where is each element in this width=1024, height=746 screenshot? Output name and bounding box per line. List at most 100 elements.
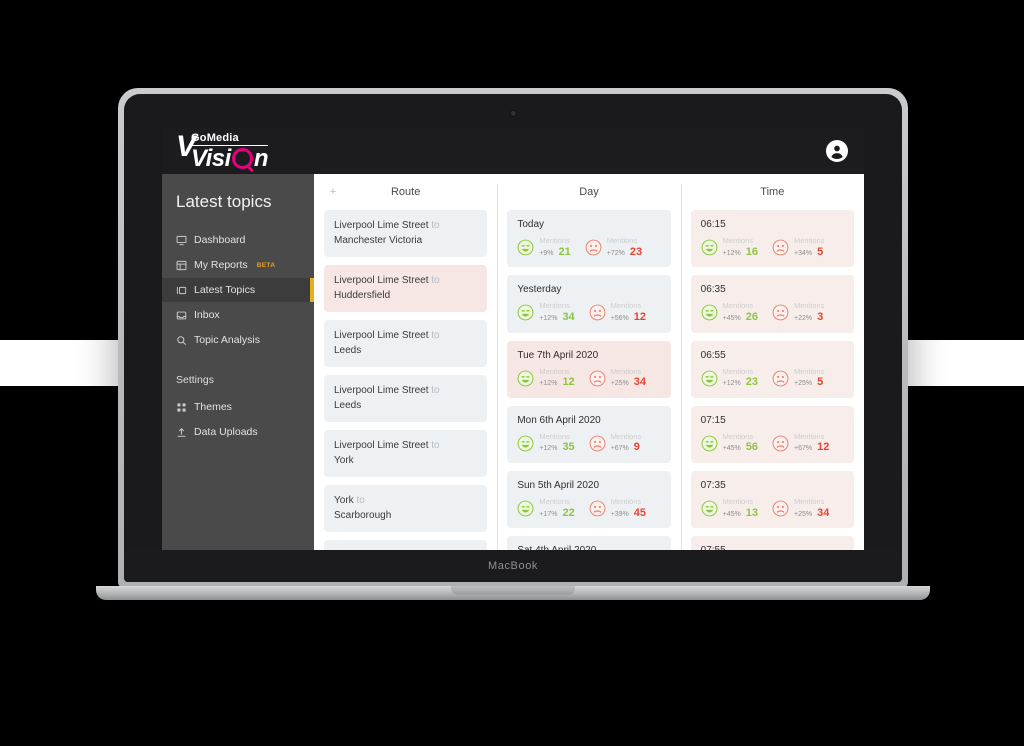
- brand-logo[interactable]: V GoMedia Visi n: [176, 131, 269, 172]
- metric-delta: +17%: [539, 510, 558, 518]
- route-destination: Leeds: [334, 344, 362, 356]
- laptop-base-shadow: [78, 600, 948, 610]
- sidebar-item-themes[interactable]: Themes: [162, 395, 314, 419]
- sidebar-item-data-uploads[interactable]: Data Uploads: [162, 420, 314, 444]
- laptop-bottom-bezel: MacBook: [124, 550, 902, 582]
- sentiment-metrics: Mentions +9% 21 Mentions +72% 23: [517, 236, 660, 258]
- metric-value: 34: [633, 376, 647, 389]
- negative-metric: Mentions +72% 23: [585, 236, 643, 258]
- sidebar-item-label: My Reports: [194, 259, 248, 271]
- time-title: 06:55: [700, 349, 726, 361]
- logo-vision-prefix: Visi: [191, 144, 231, 172]
- sidebar-item-inbox[interactable]: Inbox: [162, 303, 314, 327]
- time-card[interactable]: 06:55 Mentions +12% 23 Mentions +25% 5: [690, 340, 854, 398]
- route-text: Liverpool Lime Street to Huddersfield: [334, 274, 477, 303]
- route-connector: to: [431, 275, 440, 286]
- laptop-mockup: V GoMedia Visi n Latest topics Dashboard…: [78, 88, 948, 610]
- macbook-brand-label: MacBook: [487, 560, 539, 572]
- metric-value: 16: [745, 245, 759, 258]
- route-card-list[interactable]: Liverpool Lime Street to Manchester Vict…: [324, 210, 488, 564]
- route-connector: to: [431, 385, 440, 396]
- sad-face-icon: [589, 304, 606, 321]
- laptop-lid: V GoMedia Visi n Latest topics Dashboard…: [118, 88, 908, 588]
- sad-face-icon: [589, 435, 606, 452]
- day-card-selected[interactable]: Tue 7th April 2020 Mentions +12% 12 Ment…: [507, 340, 671, 398]
- webcam-icon: [510, 110, 517, 117]
- route-card[interactable]: York to Scarborough: [324, 485, 488, 532]
- sad-face-icon: [589, 370, 606, 387]
- negative-metric: Mentions +22% 3: [772, 302, 824, 323]
- day-card[interactable]: Sun 5th April 2020 Mentions +17% 22 Ment…: [507, 471, 671, 529]
- happy-face-icon: [517, 239, 534, 256]
- metric-label: Mentions: [722, 236, 754, 245]
- sentiment-metrics: Mentions +45% 13 Mentions +25% 34: [701, 497, 844, 519]
- sidebar-item-latest-topics[interactable]: Latest Topics: [162, 278, 314, 302]
- route-card[interactable]: Liverpool Lime Street to York: [324, 430, 488, 477]
- day-card[interactable]: Mon 6th April 2020 Mentions +12% 35 Ment…: [507, 405, 671, 464]
- time-card-list[interactable]: 06:15 Mentions +12% 16 Mentions +34% 5 0…: [690, 210, 854, 564]
- route-destination: Huddersfield: [334, 289, 391, 301]
- metric-label: Mentions: [610, 366, 642, 376]
- metric-delta: +25%: [794, 380, 813, 388]
- column-route: + Route Liverpool Lime Street to Manches…: [314, 174, 497, 564]
- metric-label: Mentions: [722, 431, 754, 441]
- metric-value: 23: [629, 245, 643, 258]
- metric-delta: +25%: [610, 380, 629, 388]
- day-title: Tue 7th April 2020: [517, 349, 599, 361]
- negative-metric: Mentions +67% 9: [589, 431, 642, 454]
- time-card[interactable]: 07:15 Mentions +45% 56 Mentions +67% 12: [690, 405, 854, 464]
- metric-label: Mentions: [722, 497, 754, 507]
- metric-label: Mentions: [539, 236, 570, 245]
- route-origin: Liverpool Lime Street: [334, 440, 429, 451]
- time-title: 06:35: [700, 284, 726, 296]
- positive-metric: Mentions +12% 16: [701, 236, 759, 258]
- metric-delta: +12%: [722, 380, 741, 388]
- sidebar-item-my-reports[interactable]: My Reports BETA: [162, 253, 314, 277]
- positive-metric: Mentions +17% 22: [517, 497, 575, 519]
- metric-value: 35: [562, 441, 575, 454]
- positive-metric: Mentions +45% 26: [701, 302, 758, 323]
- metric-label: Mentions: [610, 431, 642, 441]
- column-time: Time 06:15 Mentions +12% 16 Mentions +34…: [680, 174, 864, 564]
- happy-face-icon: [517, 435, 534, 452]
- dashboard-icon: [176, 235, 187, 246]
- route-card-selected[interactable]: Liverpool Lime Street to Huddersfield: [324, 265, 488, 312]
- route-connector: to: [431, 220, 440, 231]
- time-card[interactable]: 06:35 Mentions +45% 26 Mentions +22% 3: [690, 275, 854, 333]
- sidebar-item-topic-analysis[interactable]: Topic Analysis: [162, 328, 314, 352]
- account-avatar-button[interactable]: [826, 140, 848, 162]
- day-title: Yesterday: [517, 284, 562, 296]
- laptop-base-notch: [451, 586, 575, 595]
- metric-label: Mentions: [794, 236, 825, 245]
- metric-delta: +45%: [722, 445, 741, 453]
- metric-delta: +45%: [722, 510, 741, 518]
- sentiment-metrics: Mentions +17% 22 Mentions +39% 45: [517, 497, 660, 519]
- route-card[interactable]: Liverpool Lime Street to Leeds: [324, 375, 488, 422]
- time-card[interactable]: 07:35 Mentions +45% 13 Mentions +25% 34: [690, 471, 854, 529]
- sidebar-item-dashboard[interactable]: Dashboard: [162, 228, 314, 252]
- route-card[interactable]: Liverpool Lime Street to Manchester Vict…: [324, 210, 488, 257]
- column-header-day: Day: [507, 174, 670, 210]
- time-card[interactable]: 06:15 Mentions +12% 16 Mentions +34% 5: [690, 210, 854, 268]
- sad-face-icon: [772, 500, 789, 517]
- beta-badge: BETA: [256, 261, 276, 269]
- metric-delta: +56%: [610, 314, 629, 322]
- sentiment-metrics: Mentions +45% 56 Mentions +67% 12: [701, 431, 844, 454]
- route-origin: Liverpool Lime Street: [334, 220, 429, 231]
- metric-label: Mentions: [722, 301, 754, 311]
- day-card[interactable]: Today Mentions +9% 21 Mentions +72% 23: [507, 210, 671, 268]
- add-route-icon[interactable]: +: [328, 187, 338, 198]
- metric-label: Mentions: [610, 497, 642, 507]
- metric-label: Mentions: [794, 431, 825, 441]
- metric-value: 5: [817, 376, 824, 389]
- metric-delta: +12%: [722, 249, 741, 257]
- app-window: V GoMedia Visi n Latest topics Dashboard…: [162, 128, 864, 564]
- metric-value: 12: [633, 310, 647, 323]
- metric-label: Mentions: [539, 366, 570, 376]
- positive-metric: Mentions +12% 34: [517, 302, 575, 323]
- day-card[interactable]: Yesterday Mentions +12% 34 Mentions +56%…: [507, 275, 671, 333]
- sidebar-item-label: Dashboard: [194, 234, 246, 246]
- route-card[interactable]: Liverpool Lime Street to Leeds: [324, 320, 488, 367]
- sidebar-item-label: Data Uploads: [194, 426, 258, 438]
- day-card-list[interactable]: Today Mentions +9% 21 Mentions +72% 23 Y…: [507, 210, 671, 564]
